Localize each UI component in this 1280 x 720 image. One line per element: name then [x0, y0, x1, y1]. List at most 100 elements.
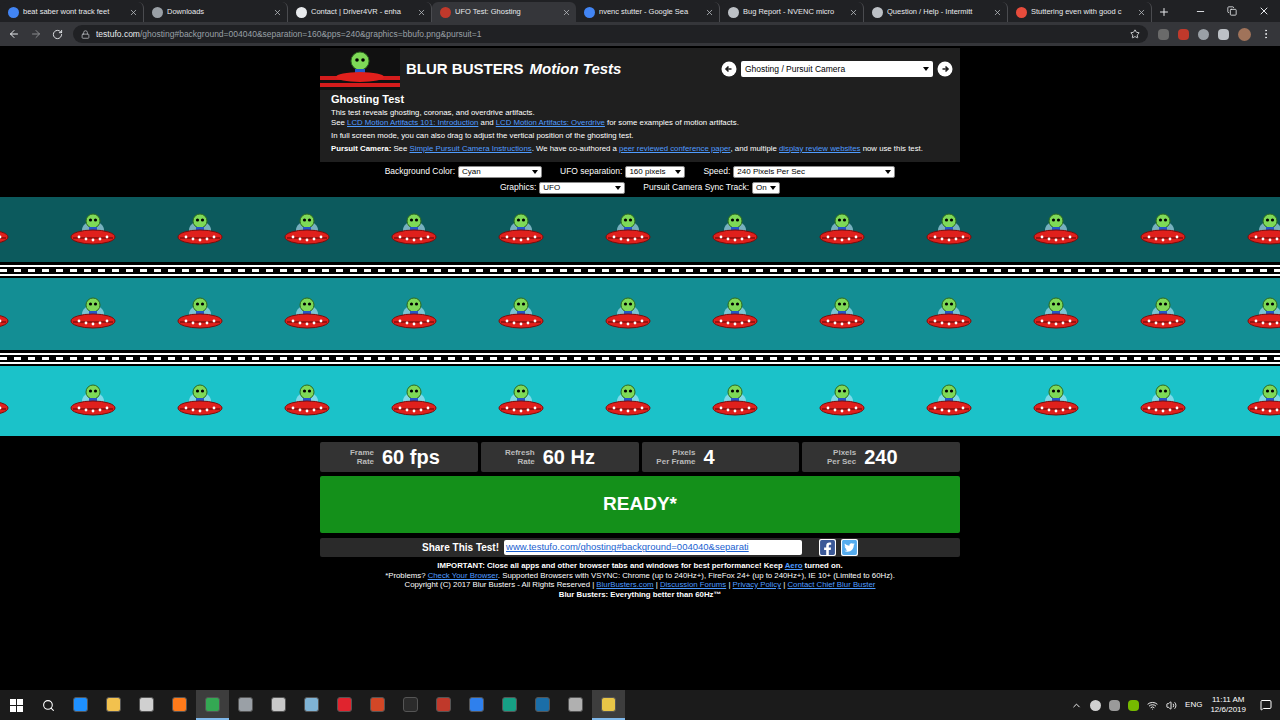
- tab-close-icon[interactable]: [129, 8, 138, 17]
- tab-close-icon[interactable]: [562, 8, 571, 17]
- ufo-icon: [1140, 381, 1186, 421]
- stat-label: PixelsPer Frame: [644, 448, 696, 466]
- tab-strip: beat saber wont track feetDownloadsConta…: [0, 0, 1280, 22]
- share-url-field[interactable]: www.testufo.com/ghosting#background=0040…: [504, 540, 802, 555]
- ufo-icon: [498, 381, 544, 421]
- taskbar-app[interactable]: [526, 690, 559, 720]
- header-panel: BLUR BUSTERSMotion TestsGhosting / Pursu…: [320, 48, 960, 162]
- tray-icon[interactable]: [1128, 700, 1139, 711]
- new-tab-button[interactable]: [1152, 2, 1176, 22]
- taskbar-app[interactable]: [559, 690, 592, 720]
- control-select[interactable]: UFO: [539, 182, 625, 194]
- sync-track: [0, 262, 1280, 278]
- control-select[interactable]: On: [752, 182, 780, 194]
- share-label: Share This Test!: [422, 540, 499, 555]
- facebook-icon[interactable]: [819, 539, 836, 556]
- taskbar-app[interactable]: [460, 690, 493, 720]
- tab-close-icon[interactable]: [993, 8, 1002, 17]
- network-icon[interactable]: [1147, 700, 1158, 711]
- ufo-track[interactable]: [0, 278, 1280, 350]
- text-link[interactable]: Check Your Browser: [428, 571, 498, 580]
- browser-tab[interactable]: Question / Help - Intermitt: [864, 2, 1008, 22]
- text-link[interactable]: Simple Pursuit Camera Instructions: [409, 144, 531, 153]
- text-link[interactable]: Privacy Policy: [733, 580, 782, 589]
- clock[interactable]: 11:11 AM12/6/2019: [1210, 695, 1246, 715]
- ufo-icon: [712, 210, 758, 250]
- ufo-icon: [819, 294, 865, 334]
- reload-icon[interactable]: [52, 29, 63, 40]
- back-icon[interactable]: [8, 28, 20, 40]
- close-button[interactable]: [1248, 0, 1280, 22]
- browser-tab[interactable]: nvenc stutter - Google Sea: [576, 2, 720, 22]
- taskbar-app[interactable]: [229, 690, 262, 720]
- address-bar[interactable]: testufo.com/ghosting#background=004040&s…: [73, 25, 1148, 43]
- language-indicator[interactable]: ENG: [1185, 699, 1202, 711]
- taskbar-app[interactable]: [295, 690, 328, 720]
- dropdown-arrow-icon: [923, 67, 929, 71]
- previous-test-icon[interactable]: [721, 61, 737, 77]
- text-link[interactable]: LCD Motion Artifacts 101: Introduction: [347, 118, 478, 127]
- minimize-button[interactable]: [1184, 0, 1216, 22]
- next-test-icon[interactable]: [937, 61, 953, 77]
- taskbar-app[interactable]: [97, 690, 130, 720]
- taskbar-app[interactable]: [592, 690, 625, 720]
- tab-close-icon[interactable]: [417, 8, 426, 17]
- control-select[interactable]: 160 pixels: [625, 166, 685, 178]
- tab-close-icon[interactable]: [849, 8, 858, 17]
- restore-button[interactable]: [1216, 0, 1248, 22]
- text-link[interactable]: Contact Chief Blur Buster: [787, 580, 875, 589]
- text-link[interactable]: display review websites: [779, 144, 860, 153]
- taskbar-app[interactable]: [64, 690, 97, 720]
- test-select[interactable]: Ghosting / Pursuit Camera: [741, 61, 933, 77]
- forward-icon[interactable]: [30, 28, 42, 40]
- taskbar-app[interactable]: [163, 690, 196, 720]
- start-button[interactable]: [0, 690, 32, 720]
- favicon-icon: [440, 7, 451, 18]
- task-view-button[interactable]: [32, 690, 64, 720]
- text-link[interactable]: Aero: [785, 561, 803, 570]
- taskbar-app[interactable]: [394, 690, 427, 720]
- taskbar-app[interactable]: [130, 690, 163, 720]
- ufo-icon: [0, 210, 9, 250]
- browser-tab[interactable]: Downloads: [144, 2, 288, 22]
- taskbar-app[interactable]: [196, 690, 229, 720]
- control-select[interactable]: 240 Pixels Per Sec: [733, 166, 895, 178]
- text-link[interactable]: Discussion Forums: [660, 580, 726, 589]
- text-link[interactable]: BlurBusters.com: [596, 580, 653, 589]
- tray-icon[interactable]: [1109, 700, 1120, 711]
- ready-button[interactable]: READY*: [320, 476, 960, 533]
- browser-tab[interactable]: Bug Report - NVENC micro: [720, 2, 864, 22]
- notifications-icon[interactable]: [1260, 699, 1272, 711]
- url-text: testufo.com/ghosting#background=004040&s…: [96, 28, 1124, 41]
- extension-icon[interactable]: [1158, 29, 1169, 40]
- taskbar-app[interactable]: [361, 690, 394, 720]
- twitter-icon[interactable]: [841, 539, 858, 556]
- tab-close-icon[interactable]: [1137, 8, 1146, 17]
- extension-icon[interactable]: [1178, 29, 1189, 40]
- tab-close-icon[interactable]: [705, 8, 714, 17]
- text-link[interactable]: peer reviewed conference paper: [619, 144, 730, 153]
- text-link[interactable]: LCD Motion Artifacts: Overdrive: [496, 118, 605, 127]
- taskbar-app[interactable]: [328, 690, 361, 720]
- tray-icon[interactable]: [1090, 700, 1101, 711]
- browser-tab[interactable]: UFO Test: Ghosting: [432, 2, 576, 22]
- taskbar-app[interactable]: [493, 690, 526, 720]
- profile-avatar-icon[interactable]: [1238, 28, 1251, 41]
- taskbar-app[interactable]: [262, 690, 295, 720]
- ufo-track[interactable]: [0, 197, 1280, 262]
- taskbar-app[interactable]: [427, 690, 460, 720]
- control-select[interactable]: Cyan: [458, 166, 542, 178]
- show-hidden-icons-icon[interactable]: [1071, 700, 1082, 711]
- text-span: and: [478, 118, 495, 127]
- control-label: Speed:: [703, 165, 730, 178]
- browser-tab[interactable]: Contact | Driver4VR - enha: [288, 2, 432, 22]
- ufo-track[interactable]: [0, 366, 1280, 436]
- menu-icon[interactable]: [1260, 28, 1272, 40]
- extension-icon[interactable]: [1218, 29, 1229, 40]
- browser-tab[interactable]: beat saber wont track feet: [0, 2, 144, 22]
- bookmark-star-icon[interactable]: [1130, 29, 1140, 39]
- browser-tab[interactable]: Stuttering even with good c: [1008, 2, 1152, 22]
- tab-close-icon[interactable]: [273, 8, 282, 17]
- extension-icon[interactable]: [1198, 29, 1209, 40]
- volume-icon[interactable]: [1166, 700, 1177, 711]
